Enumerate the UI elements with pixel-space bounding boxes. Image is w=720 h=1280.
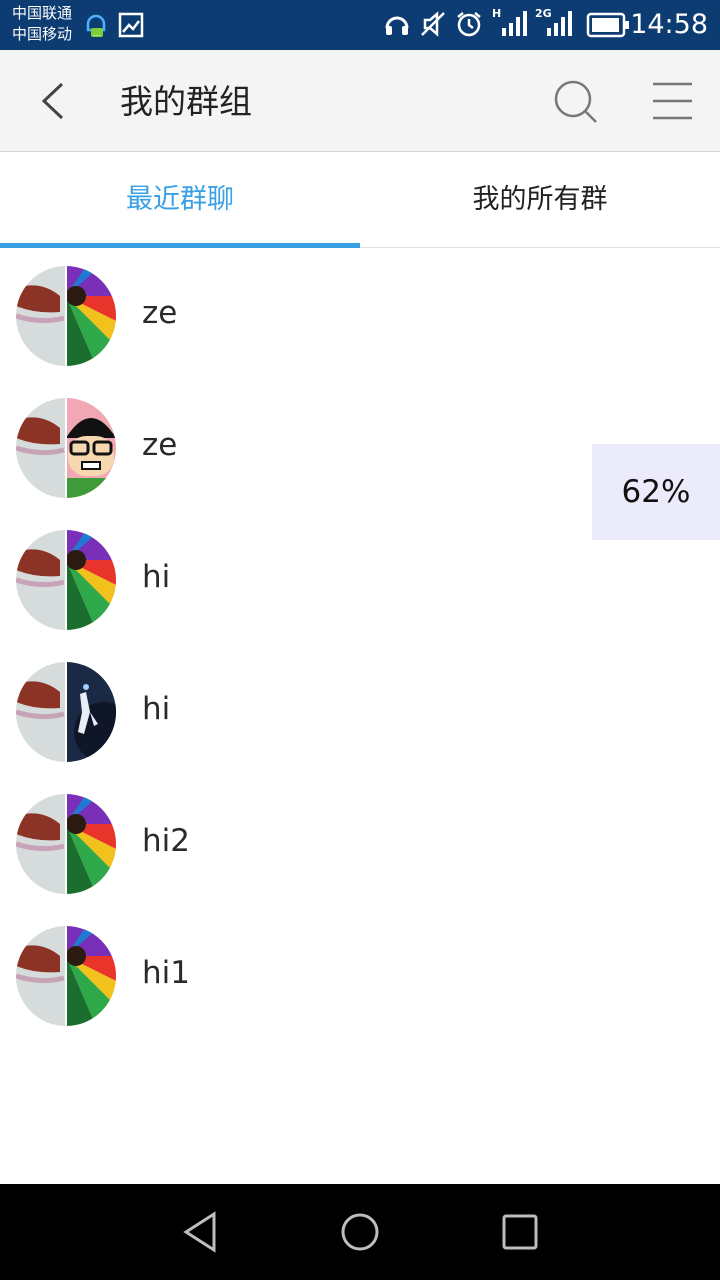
vibrate-off-icon — [419, 10, 447, 42]
svg-text:...: ... — [93, 29, 101, 38]
menu-icon — [653, 82, 692, 120]
tab-all-groups[interactable]: 我的所有群 — [360, 152, 720, 248]
group-avatar — [16, 926, 116, 1026]
group-name: hi — [142, 691, 171, 727]
group-name: ze — [142, 427, 178, 463]
tab-indicator — [0, 243, 360, 248]
group-avatar — [16, 794, 116, 894]
group-name: hi — [142, 559, 171, 595]
clock: 14:58 — [630, 9, 708, 40]
toolbar: 我的群组 — [0, 50, 720, 152]
page-title: 我的群组 — [120, 82, 252, 121]
nav-home-button[interactable] — [338, 1210, 382, 1254]
group-row[interactable]: hi1 — [0, 910, 720, 1042]
carrier-2: 中国移动 — [12, 25, 73, 43]
network-1-label: H — [492, 7, 501, 20]
back-button[interactable] — [28, 76, 78, 126]
chevron-left-icon — [41, 82, 64, 120]
battery-icon — [586, 12, 630, 42]
group-row[interactable]: ze — [0, 250, 720, 382]
tab-recent-groups[interactable]: 最近群聊 — [0, 152, 360, 248]
group-name: hi1 — [142, 955, 190, 991]
signal-icon: H — [492, 6, 532, 44]
group-avatar — [16, 662, 116, 762]
group-row[interactable]: hi — [0, 646, 720, 778]
home-circle-icon — [341, 1213, 379, 1251]
status-bar: 中国联通 中国移动 ... H 2G 14:58 — [0, 0, 720, 50]
group-avatar — [16, 530, 116, 630]
search-button[interactable] — [548, 74, 604, 130]
group-avatar — [16, 398, 116, 498]
group-avatar — [16, 266, 116, 366]
signal-2-icon: 2G — [535, 6, 579, 44]
navigation-bar — [0, 1184, 720, 1280]
network-2-label: 2G — [535, 7, 552, 20]
tab-bar: 最近群聊 我的所有群 — [0, 152, 720, 248]
carrier-labels: 中国联通 中国移动 — [12, 3, 72, 45]
group-list: ze ze hi hi hi2 hi1 — [0, 250, 720, 1042]
nav-back-button[interactable] — [178, 1210, 222, 1254]
group-row[interactable]: hi2 — [0, 778, 720, 910]
search-icon — [554, 80, 597, 123]
menu-button[interactable] — [646, 74, 702, 130]
group-name: ze — [142, 295, 178, 331]
alarm-icon — [455, 10, 483, 42]
notification-icon: ... — [84, 10, 108, 44]
nav-recents-button[interactable] — [498, 1210, 542, 1254]
group-name: hi2 — [142, 823, 190, 859]
image-icon — [118, 12, 144, 42]
carrier-1: 中国联通 — [12, 4, 73, 22]
headset-icon — [383, 10, 411, 42]
back-triangle-icon — [183, 1211, 216, 1253]
recents-square-icon — [502, 1214, 538, 1250]
progress-indicator: 62% — [592, 444, 720, 540]
